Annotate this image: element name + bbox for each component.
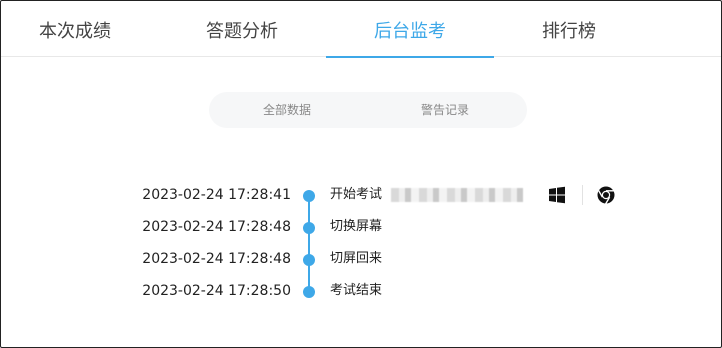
- timeline-event-label: 切换屏幕: [330, 219, 383, 234]
- timeline-event-label: 切屏回来: [330, 251, 383, 266]
- segment-all-data[interactable]: 全部数据: [229, 92, 345, 128]
- segment-warning-records[interactable]: 警告记录: [387, 92, 503, 128]
- tab-answer-analysis[interactable]: 答题分析: [187, 1, 297, 57]
- record-filter-segment: 全部数据 警告记录: [209, 92, 527, 128]
- timeline-time: 2023-02-24 17:28:41: [142, 187, 291, 203]
- timeline-dot: [303, 222, 315, 234]
- timeline-event-label: 开始考试: [330, 187, 383, 202]
- tab-proctoring[interactable]: 后台监考: [326, 1, 494, 58]
- timeline-dot: [303, 254, 315, 266]
- icon-divider: [582, 185, 583, 205]
- active-tab-indicator: [326, 56, 494, 58]
- timeline-event-label: 考试结束: [330, 283, 383, 298]
- tab-score[interactable]: 本次成绩: [21, 1, 129, 57]
- windows-icon[interactable]: [546, 185, 568, 205]
- exam-result-panel: 本次成绩 答题分析 后台监考 排行榜 全部数据 警告记录 2023-02-24 …: [0, 0, 722, 348]
- timeline-dot: [303, 286, 315, 298]
- timeline-time: 2023-02-24 17:28:50: [142, 283, 291, 299]
- timeline-item: 2023-02-24 17:28:50 考试结束: [1, 275, 721, 307]
- timeline-dot: [303, 190, 315, 202]
- redacted-info: [391, 188, 523, 202]
- tab-leaderboard[interactable]: 排行榜: [523, 1, 615, 57]
- timeline-item: 2023-02-24 17:28:41 开始考试: [1, 179, 721, 211]
- timeline-time: 2023-02-24 17:28:48: [142, 219, 291, 235]
- proctoring-timeline: 2023-02-24 17:28:41 开始考试 2023-02-24 17:2…: [1, 179, 721, 309]
- tab-bar: 本次成绩 答题分析 后台监考 排行榜: [1, 1, 721, 58]
- timeline-item: 2023-02-24 17:28:48 切换屏幕: [1, 211, 721, 243]
- timeline-item: 2023-02-24 17:28:48 切屏回来: [1, 243, 721, 275]
- tab-proctoring-label: 后台监考: [374, 21, 446, 42]
- timeline-time: 2023-02-24 17:28:48: [142, 251, 291, 267]
- chrome-icon[interactable]: [595, 185, 617, 205]
